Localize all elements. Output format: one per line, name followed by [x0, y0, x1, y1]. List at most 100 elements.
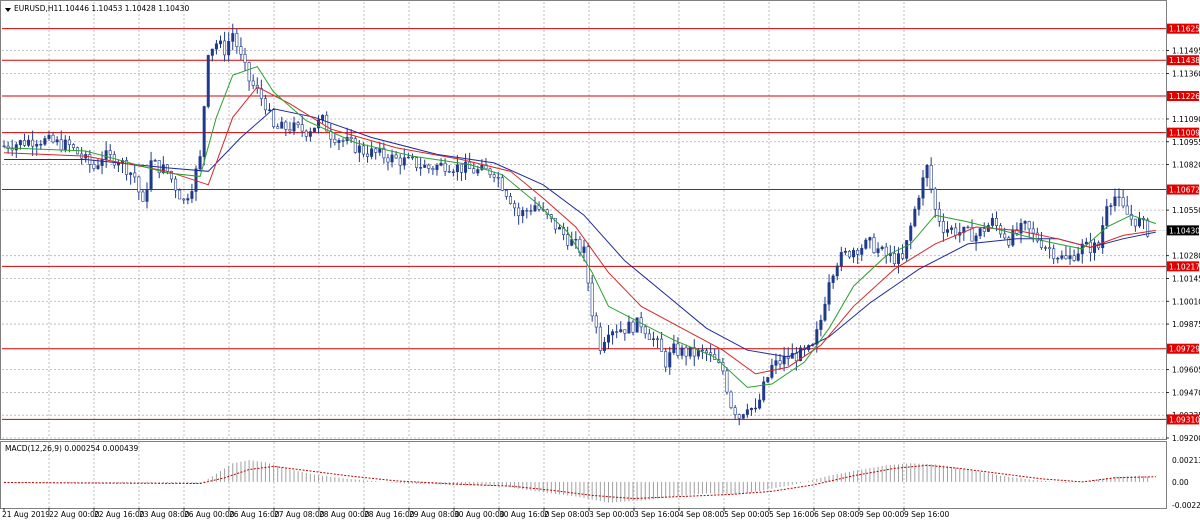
macd-axis: 0.002134 0.00 -0.002205 [1172, 456, 1200, 510]
candle-body [1133, 218, 1137, 227]
candle-body [447, 170, 451, 173]
price-level-label: 1.11438 [1169, 56, 1200, 65]
candle-body [933, 188, 937, 210]
time-tick-label: 30 Aug 16:00 [499, 510, 550, 519]
candle-body [982, 228, 986, 232]
candle-body [500, 177, 504, 191]
macd-tick-label: 0.002134 [1172, 456, 1200, 465]
candle-body [370, 148, 374, 157]
candle-body [1113, 196, 1117, 206]
candle-body [566, 234, 570, 246]
candle-body [990, 218, 994, 226]
candle-body [607, 334, 611, 343]
eurusd-chart[interactable]: 1.11495 1.11360 1.11090 1.10955 1.10820 1.105… [0, 0, 1200, 523]
candle-body [656, 338, 660, 340]
candle-body [14, 144, 18, 151]
time-axis[interactable]: 21 Aug 201922 Aug 00:0022 Aug 16:0023 Au… [2, 508, 950, 519]
candle-body [235, 33, 239, 47]
candle-body [709, 352, 713, 355]
candle-body [415, 157, 419, 168]
candle-body [529, 210, 533, 212]
candle-body [1105, 206, 1109, 226]
candle-body [504, 190, 508, 197]
candle-body [623, 329, 627, 334]
candle-body [1064, 255, 1068, 260]
candle-body [214, 43, 218, 50]
candle-body [288, 129, 292, 132]
candle-body [431, 168, 435, 170]
candle-body [856, 250, 860, 255]
candle-body [631, 321, 635, 333]
candle-body [423, 164, 427, 168]
price-tick-label: 1.11495 [1172, 47, 1200, 56]
candle-body [210, 48, 214, 56]
moving-averages [3, 65, 1156, 388]
candle-body [178, 189, 182, 200]
candle-body [745, 409, 749, 415]
candle-body [353, 138, 357, 153]
candle-body [921, 177, 925, 199]
candle-body [664, 351, 668, 368]
candle-body [749, 408, 753, 411]
candle-body [688, 347, 692, 357]
candle-body [1125, 205, 1129, 215]
candle-body [129, 172, 133, 175]
candle-body [725, 370, 729, 393]
price-tick-label: 1.09605 [1172, 366, 1200, 375]
candle-body [206, 55, 210, 107]
candle-body [443, 162, 447, 172]
ohlc-readout: 1.10446 1.10453 1.10428 1.10430 [58, 4, 189, 13]
candle-body [133, 172, 137, 178]
candle-body [615, 331, 619, 333]
candle-body [259, 88, 263, 99]
candle-body [1068, 255, 1072, 260]
candle-body [598, 326, 602, 351]
price-level-label: 1.10217 [1169, 262, 1200, 271]
candle-body [321, 114, 325, 121]
candle-body [517, 207, 521, 217]
candle-body [268, 109, 272, 111]
candle-body [10, 148, 14, 151]
candle-body [247, 62, 251, 82]
candle-body [929, 165, 933, 190]
candle-body [55, 139, 59, 143]
candle-body [700, 349, 704, 352]
candle-body [950, 227, 954, 230]
candle-body [492, 174, 496, 178]
candle-body [263, 98, 267, 111]
candle-body [104, 150, 108, 160]
candle-body [63, 139, 67, 151]
candle-body [488, 168, 492, 176]
candle-body [705, 350, 709, 354]
candle-body [284, 121, 288, 130]
candle-body [594, 315, 598, 328]
candle-body [280, 121, 284, 129]
candle-body [251, 80, 255, 86]
candle-body [909, 225, 913, 241]
candle-body [831, 275, 835, 283]
price-axis[interactable]: 1.11495 1.11360 1.11090 1.10955 1.10820 1.105… [1149, 23, 1200, 443]
candle-body [533, 205, 537, 212]
candle-body [174, 178, 178, 191]
macd-panel[interactable] [3, 460, 1156, 503]
candle-body [18, 140, 22, 145]
price-level-label: 1.11625 [1169, 25, 1200, 34]
candle-body [1023, 221, 1027, 224]
candle-body [868, 237, 872, 241]
candle-body [937, 208, 941, 222]
candle-body [737, 414, 741, 419]
candle-body [312, 127, 316, 132]
candle-body [1084, 241, 1088, 245]
candle-body [574, 238, 578, 241]
candle-body [823, 303, 827, 321]
candle-body [202, 106, 206, 157]
candle-body [402, 157, 406, 166]
candle-body [112, 154, 116, 166]
time-tick-label: 26 Aug 16:00 [229, 510, 280, 519]
macd-label: MACD(12,26,9) 0.000254 0.000439 [5, 444, 139, 453]
candle-body [361, 145, 365, 155]
candle-body [1093, 242, 1097, 253]
candle-body [582, 246, 586, 253]
time-tick-label: 21 Aug 2019 [2, 510, 50, 519]
triangle-down-icon[interactable] [5, 8, 11, 12]
